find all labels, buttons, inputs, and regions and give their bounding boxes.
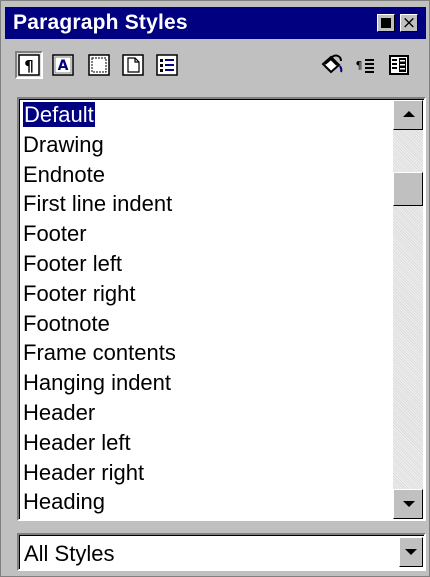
svg-text:¶: ¶ [356,59,363,72]
list-item[interactable]: Drawing [20,130,394,160]
list-item[interactable]: Footnote [20,309,394,339]
arrow-up-icon [403,111,415,117]
style-filter-value: All Styles [24,541,115,566]
new-style-from-selection-button[interactable]: ¶ [351,51,379,79]
style-family-toolbar: ¶ A ¶ [5,45,426,89]
chevron-down-icon [405,549,417,555]
list-item[interactable]: Hanging indent [20,368,394,398]
scroll-down-button[interactable] [393,489,423,519]
character-styles-icon: A [52,54,74,76]
list-item-label: Default [22,101,96,128]
vertical-scrollbar[interactable] [393,100,423,519]
scroll-up-button[interactable] [393,100,423,130]
style-filter-dropdown[interactable]: All Styles [17,533,426,571]
fill-format-mode-button[interactable] [317,51,345,79]
fill-format-mode-icon [321,54,343,74]
paragraph-styles-panel: Paragraph Styles × ¶ A ¶ Default Drawing… [0,0,430,577]
title-bar[interactable]: Paragraph Styles × [5,7,426,39]
page-styles-button[interactable] [119,51,147,79]
page-styles-icon [122,54,144,76]
svg-text:A: A [58,58,69,74]
update-style-button[interactable] [385,51,413,79]
frame-styles-button[interactable] [85,51,113,79]
minimize-button[interactable] [377,14,395,32]
list-item[interactable]: Footer left [20,249,394,279]
list-item[interactable]: Heading [20,487,394,517]
close-icon: × [401,13,417,33]
svg-text:¶: ¶ [24,57,34,75]
frame-styles-icon [88,54,110,76]
numbering-styles-button[interactable] [153,51,181,79]
dropdown-button[interactable] [399,537,423,567]
list-item-default[interactable]: Default [20,100,394,130]
list-item[interactable]: Frame contents [20,338,394,368]
styles-list[interactable]: Default Drawing Endnote First line inden… [17,97,426,521]
character-styles-button[interactable]: A [49,51,77,79]
paragraph-styles-button[interactable]: ¶ [15,51,43,79]
list-item[interactable]: Footer [20,219,394,249]
list-item[interactable]: Header right [20,458,394,488]
list-item[interactable]: First line indent [20,189,394,219]
paragraph-styles-icon: ¶ [18,54,40,76]
list-item[interactable]: Footer right [20,279,394,309]
scroll-thumb[interactable] [393,172,423,206]
arrow-down-icon [403,501,415,507]
list-item[interactable]: Header [20,398,394,428]
list-item[interactable]: Endnote [20,160,394,190]
close-button[interactable]: × [400,13,418,33]
styles-list-items: Default Drawing Endnote First line inden… [20,100,394,520]
list-item[interactable]: Header left [20,428,394,458]
update-style-icon [389,55,409,75]
numbering-styles-icon [156,54,178,76]
minimize-icon [381,18,391,28]
window-title: Paragraph Styles [13,11,188,34]
new-style-from-selection-icon: ¶ [356,59,374,73]
